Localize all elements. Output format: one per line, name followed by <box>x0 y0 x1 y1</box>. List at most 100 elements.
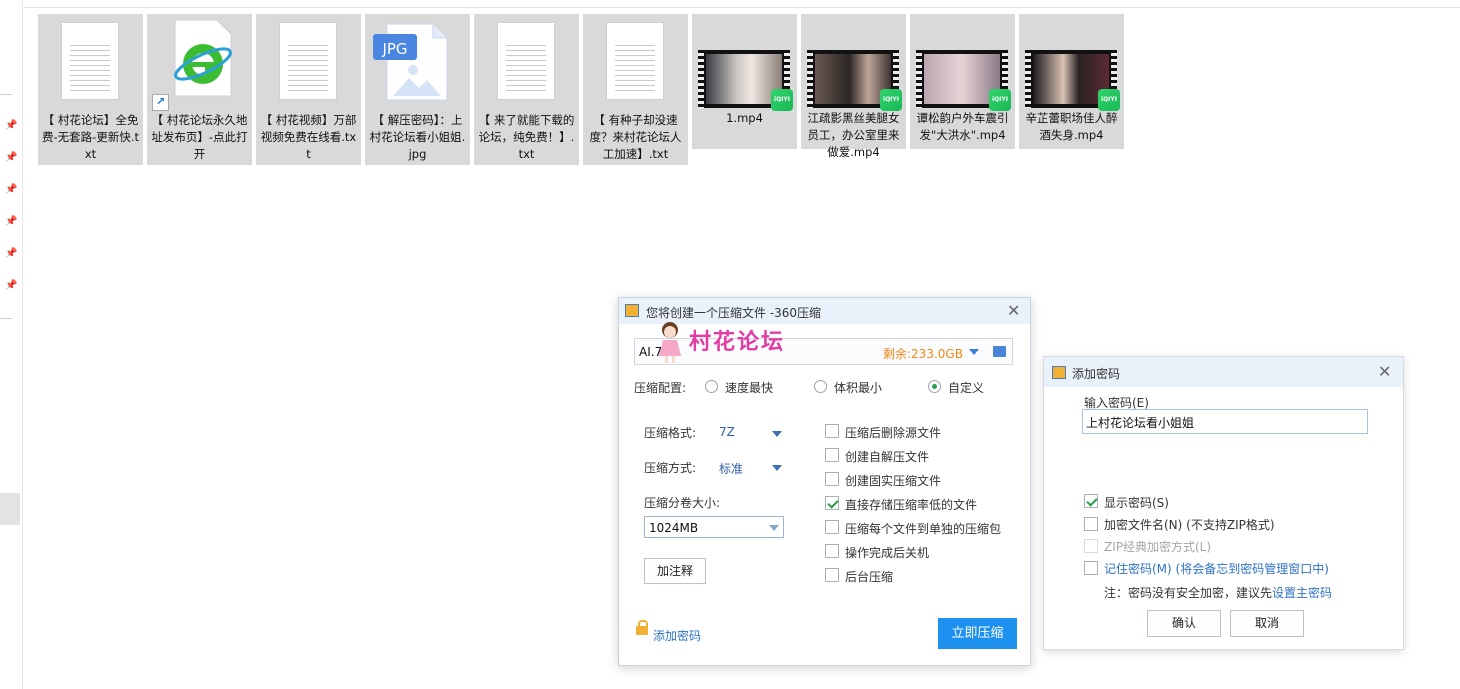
add-password-link[interactable]: 添加密码 <box>653 627 701 644</box>
image-file-icon <box>373 23 448 101</box>
file-item[interactable]: 【 村花视频】万部视频免费在线看.txt <box>256 14 361 165</box>
file-item[interactable]: iQIYI 江疏影黑丝美腿女员工，办公室里来做爱.mp4 <box>801 14 906 159</box>
option-checkbox[interactable] <box>825 472 839 486</box>
radio-label[interactable]: 自定义 <box>948 379 984 396</box>
zip-classic-checkbox[interactable] <box>1084 539 1098 553</box>
format-dropdown[interactable]: 7Z <box>719 425 735 439</box>
option-checkbox[interactable] <box>825 496 839 510</box>
watermark-text: 村花论坛 <box>689 329 786 355</box>
file-name: 江疏影黑丝美腿女员工，办公室里来做爱.mp4 <box>807 111 900 159</box>
pin-icon[interactable]: 📌 <box>5 184 17 196</box>
show-password-label[interactable]: 显示密码(S) <box>1104 494 1169 511</box>
compress-dialog: 您将创建一个压缩文件 -360压缩 ✕ AI.7z 剩余:233.0GB 村花论… <box>618 297 1031 666</box>
show-password-checkbox[interactable] <box>1084 494 1098 508</box>
file-name: 【 村花论坛】全免费-无套路-更新快.txt <box>42 113 139 161</box>
chevron-down-icon[interactable] <box>772 465 782 471</box>
text-file-icon <box>606 22 664 100</box>
file-name: 辛芷蕾职场佳人醉酒失身.mp4 <box>1025 111 1118 142</box>
note-text: 注：密码没有安全加密，建议先 <box>1104 586 1273 600</box>
cancel-button[interactable]: 取消 <box>1230 610 1304 637</box>
chevron-down-icon[interactable] <box>772 431 782 437</box>
security-note: 注：密码没有安全加密，建议先设置主密码 <box>1104 584 1332 601</box>
top-divider <box>22 7 1460 8</box>
navigation-pane: 📌 📌 📌 📌 📌 📌 <box>0 0 23 689</box>
volume-size-select[interactable]: 1024MB <box>644 516 784 538</box>
iqiyi-badge-icon: iQIYI <box>771 89 793 111</box>
file-item[interactable]: 【 村花论坛】全免费-无套路-更新快.txt <box>38 14 143 165</box>
file-item[interactable]: JPG 【 解压密码】：上村花论坛看小姐姐.jpg <box>365 14 470 165</box>
pin-icon[interactable]: 📌 <box>5 216 17 228</box>
radio-label[interactable]: 体积最小 <box>834 379 882 396</box>
video-thumbnail: iQIYI <box>916 50 1011 111</box>
encrypt-names-checkbox[interactable] <box>1084 517 1098 531</box>
pin-icon[interactable]: 📌 <box>5 248 17 260</box>
file-name: 谭松韵户外车震引发"大洪水".mp4 <box>916 111 1009 142</box>
scrollbar-thumb[interactable] <box>0 493 20 525</box>
option-label[interactable]: 创建固实压缩文件 <box>845 472 941 489</box>
option-checkbox[interactable] <box>825 448 839 462</box>
iqiyi-badge-icon: iQIYI <box>989 89 1011 111</box>
watermark-logo: 村花论坛 <box>655 320 825 364</box>
file-name: 【 解压密码】：上村花论坛看小姐姐.jpg <box>369 113 466 161</box>
remember-password-label[interactable]: 记住密码(M) (将会备忘到密码管理窗口中) <box>1104 560 1329 577</box>
password-input[interactable]: 上村花论坛看小姐姐 <box>1082 409 1368 434</box>
volume-label: 压缩分卷大小: <box>644 496 721 510</box>
volume-size-value[interactable]: 1024MB <box>649 521 698 535</box>
chevron-down-icon[interactable] <box>969 349 979 355</box>
file-name: 【 村花视频】万部视频免费在线看.txt <box>260 113 357 161</box>
encrypt-names-note: (不支持ZIP格式) <box>1186 518 1275 532</box>
jpg-badge: JPG <box>382 40 408 58</box>
file-item[interactable]: ↗ 【 村花论坛永久地址发布页】-点此打开 <box>147 14 252 165</box>
dialog-titlebar[interactable]: 添加密码 ✕ <box>1044 357 1403 387</box>
ie-shortcut-icon <box>174 19 232 97</box>
free-space-label: 剩余:233.0GB <box>883 347 963 361</box>
lock-icon <box>636 620 648 635</box>
method-dropdown[interactable]: 标准 <box>719 460 743 477</box>
option-checkbox[interactable] <box>825 424 839 438</box>
encrypt-names-text: 加密文件名(N) <box>1104 518 1183 532</box>
option-label[interactable]: 后台压缩 <box>845 568 893 585</box>
text-file-icon <box>61 22 119 100</box>
option-label[interactable]: 操作完成后关机 <box>845 544 929 561</box>
text-file-icon <box>497 22 555 100</box>
pin-icon[interactable]: 📌 <box>5 152 17 164</box>
radio-fastest[interactable] <box>705 380 718 393</box>
video-thumbnail: iQIYI <box>1025 50 1120 111</box>
option-checkbox[interactable] <box>825 544 839 558</box>
shortcut-arrow-icon: ↗ <box>152 94 169 111</box>
file-item[interactable]: iQIYI 辛芷蕾职场佳人醉酒失身.mp4 <box>1019 14 1124 149</box>
password-value[interactable]: 上村花论坛看小姐姐 <box>1086 414 1194 431</box>
option-label[interactable]: 压缩后删除源文件 <box>845 424 941 441</box>
radio-smallest[interactable] <box>814 380 827 393</box>
close-icon[interactable]: ✕ <box>1378 364 1391 380</box>
dialog-title: 添加密码 <box>1072 367 1121 381</box>
close-icon[interactable]: ✕ <box>1007 303 1020 319</box>
pin-icon[interactable]: 📌 <box>5 120 17 132</box>
option-label[interactable]: 创建自解压文件 <box>845 448 929 465</box>
option-checkbox[interactable] <box>825 520 839 534</box>
file-item[interactable]: iQIYI 谭松韵户外车震引发"大洪水".mp4 <box>910 14 1015 149</box>
file-item[interactable]: iQIYI 1.mp4 <box>692 14 797 149</box>
option-label[interactable]: 压缩每个文件到单独的压缩包 <box>845 520 1001 537</box>
folder-icon[interactable] <box>993 346 1006 357</box>
pin-icon[interactable]: 📌 <box>5 280 17 292</box>
iqiyi-badge-icon: iQIYI <box>880 89 902 111</box>
chevron-down-icon[interactable] <box>769 525 779 531</box>
remember-password-checkbox[interactable] <box>1084 561 1098 575</box>
file-name: 【 村花论坛永久地址发布页】-点此打开 <box>151 113 248 161</box>
video-thumbnail: iQIYI <box>698 50 793 111</box>
encrypt-names-label[interactable]: 加密文件名(N) (不支持ZIP格式) <box>1104 516 1275 533</box>
file-item[interactable]: 【 来了就能下载的论坛，纯免费！】.txt <box>474 14 579 165</box>
add-comment-button[interactable]: 加注释 <box>644 558 706 584</box>
option-label[interactable]: 直接存储压缩率低的文件 <box>845 496 977 513</box>
password-dialog: 添加密码 ✕ 输入密码(E) 上村花论坛看小姐姐 显示密码(S) 加密文件名(N… <box>1043 356 1404 650</box>
radio-label[interactable]: 速度最快 <box>725 379 773 396</box>
file-item[interactable]: 【 有种子却没速度？来村花论坛人工加速】.txt <box>583 14 688 165</box>
method-label: 压缩方式: <box>644 461 697 475</box>
set-master-password-link[interactable]: 设置主密码 <box>1272 586 1332 600</box>
radio-custom[interactable] <box>928 380 941 393</box>
zip-classic-label[interactable]: ZIP经典加密方式(L) <box>1104 538 1211 555</box>
option-checkbox[interactable] <box>825 568 839 582</box>
confirm-button[interactable]: 确认 <box>1147 610 1221 637</box>
compress-now-button[interactable]: 立即压缩 <box>938 618 1017 649</box>
